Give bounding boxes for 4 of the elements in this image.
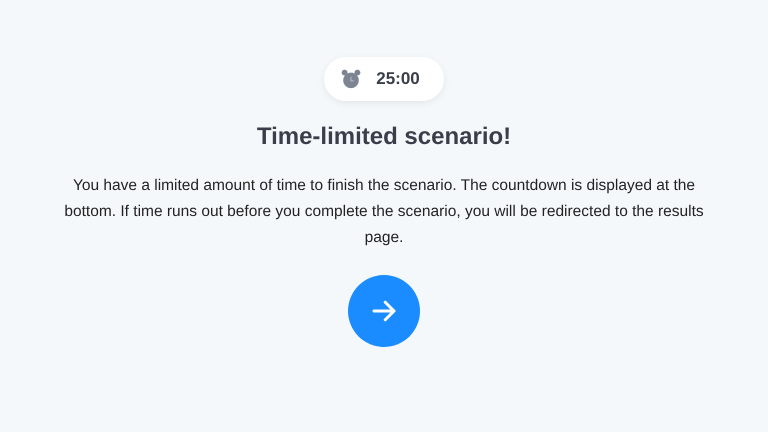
- countdown-time: 25:00: [376, 69, 420, 89]
- title: Time-limited scenario!: [256, 123, 512, 151]
- alarm-clock-icon: [340, 68, 362, 90]
- description: You have a limited amount of time to finish the scenario. The countdown is displayed at the bottom. If time runs out before you complete the scenario, you will be redirected to the results page.: [64, 176, 704, 248]
